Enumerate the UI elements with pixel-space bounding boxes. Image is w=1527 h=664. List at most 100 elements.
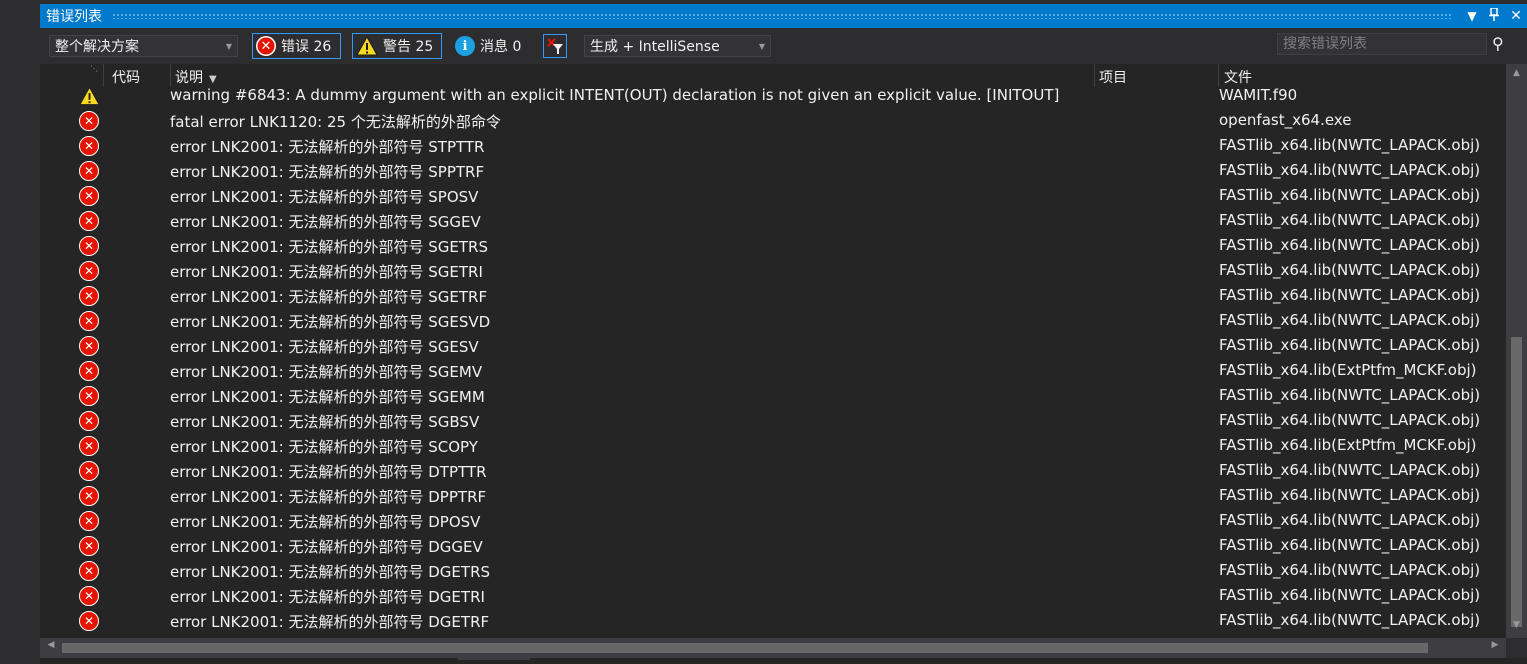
table-row[interactable]: ✕ error LNK2001: 无法解析的外部符号 SPPTRF FASTlib_… (40, 159, 1506, 184)
row-description: error LNK2001: 无法解析的外部符号 DGETRS (170, 563, 491, 581)
table-row[interactable]: ✕ error LNK2001: 无法解析的外部符号 STPTTR FASTlib_… (40, 134, 1506, 159)
error-icon: ✕ (256, 36, 276, 56)
warning-icon (356, 36, 378, 56)
vertical-scroll-thumb[interactable] (1511, 337, 1522, 627)
table-row[interactable]: ✕ error LNK2001: 无法解析的外部符号 SGESVD FASTlib_… (40, 309, 1506, 334)
row-file: FASTlib_x64.lib(NWTC_LAPACK.obj) (1219, 561, 1481, 579)
dropdown-icon[interactable]: ▼ (1461, 9, 1483, 23)
table-row[interactable]: ✕ error LNK2001: 无法解析的外部符号 DGGEV FASTlib_x… (40, 534, 1506, 559)
scroll-right-icon[interactable]: ▶ (1487, 640, 1503, 650)
error-icon: ✕ (79, 261, 100, 282)
error-icon: ✕ (79, 361, 100, 382)
panel-titlebar[interactable]: 错误列表 ▼ ✕ (40, 4, 1527, 28)
row-description: error LNK2001: 无法解析的外部符号 SGETRS (170, 238, 488, 256)
scroll-up-icon[interactable]: ▲ (1506, 68, 1527, 84)
error-icon: ✕ (79, 586, 100, 607)
build-filter-dropdown[interactable]: 生成 + IntelliSense ▼ (584, 35, 771, 57)
table-row[interactable]: ✕ error LNK2001: 无法解析的外部符号 SGEMM FASTlib_x… (40, 384, 1506, 409)
row-description: error LNK2001: 无法解析的外部符号 SPOSV (170, 188, 479, 206)
scrollbar-corner (1506, 638, 1527, 658)
warnings-filter-button[interactable]: 警告 25 (352, 33, 442, 59)
row-description: error LNK2001: 无法解析的外部符号 SPPTRF (170, 163, 485, 181)
table-row[interactable]: ✕ error LNK2001: 无法解析的外部符号 SCOPY FASTlib_x… (40, 434, 1506, 459)
horizontal-scroll-thumb[interactable] (62, 643, 1428, 653)
error-icon: ✕ (79, 486, 100, 507)
bottom-tab-strip[interactable] (458, 656, 530, 660)
error-icon: ✕ (79, 211, 100, 232)
titlebar-grip (112, 13, 1453, 19)
clear-filter-icon (547, 38, 563, 54)
table-row[interactable]: warning #6843: A dummy argument with an … (40, 84, 1506, 109)
row-description: error LNK2001: 无法解析的外部符号 DPPTRF (170, 488, 487, 506)
table-row[interactable]: ✕ fatal error LNK1120: 25 个无法解析的外部命令 openf… (40, 109, 1506, 134)
row-description: error LNK2001: 无法解析的外部符号 SGEMV (170, 363, 483, 381)
messages-filter-button[interactable]: i 消息 0 (452, 33, 536, 59)
errors-filter-button[interactable]: ✕ 错误 26 (252, 33, 341, 59)
table-row[interactable]: ✕ error LNK2001: 无法解析的外部符号 SPOSV FASTlib_x… (40, 184, 1506, 209)
table-row[interactable]: ✕ error LNK2001: 无法解析的外部符号 SGGEV FASTlib_x… (40, 209, 1506, 234)
error-icon: ✕ (79, 111, 100, 132)
table-row[interactable]: ✕ error LNK2001: 无法解析的外部符号 DPPTRF FASTlib_… (40, 484, 1506, 509)
build-filter-value: 生成 + IntelliSense (590, 39, 720, 55)
error-icon: ✕ (79, 161, 100, 182)
table-row[interactable]: ✕ error LNK2001: 无法解析的外部符号 SGBSV FASTlib_x… (40, 409, 1506, 434)
row-file: FASTlib_x64.lib(NWTC_LAPACK.obj) (1219, 411, 1481, 429)
header-corner-icon: ⋱ (90, 64, 98, 73)
pin-icon[interactable] (1483, 7, 1505, 24)
row-file: FASTlib_x64.lib(NWTC_LAPACK.obj) (1219, 536, 1481, 554)
table-row[interactable]: ✕ error LNK2001: 无法解析的外部符号 DTPTTR FASTlib_… (40, 459, 1506, 484)
row-description: error LNK2001: 无法解析的外部符号 SGEMM (170, 388, 485, 406)
scroll-left-icon[interactable]: ◀ (43, 640, 59, 650)
scope-dropdown[interactable]: 整个解决方案 ▼ (49, 35, 238, 57)
errors-filter-label: 错误 26 (281, 39, 332, 55)
row-file: FASTlib_x64.lib(NWTC_LAPACK.obj) (1219, 611, 1481, 629)
error-list-toolbar: 整个解决方案 ▼ ✕ 错误 26 警告 25 i 消息 0 生成 + Intel… (40, 28, 1527, 64)
row-file: FASTlib_x64.lib(NWTC_LAPACK.obj) (1219, 311, 1481, 329)
table-row[interactable]: ✕ error LNK2001: 无法解析的外部符号 SGESV FASTlib_x… (40, 334, 1506, 359)
close-icon[interactable]: ✕ (1505, 8, 1527, 24)
error-icon: ✕ (79, 336, 100, 357)
row-description: error LNK2001: 无法解析的外部符号 SGESV (170, 338, 479, 356)
row-description: error LNK2001: 无法解析的外部符号 SGETRI (170, 263, 483, 281)
horizontal-scrollbar[interactable]: ◀ ▶ (40, 638, 1506, 658)
error-icon: ✕ (79, 536, 100, 557)
row-description: fatal error LNK1120: 25 个无法解析的外部命令 (170, 113, 501, 131)
left-gutter (0, 0, 40, 664)
search-icon[interactable]: ⚲ (1492, 34, 1504, 53)
scroll-down-icon[interactable]: ▼ (1506, 620, 1527, 636)
row-file: FASTlib_x64.lib(ExtPtfm_MCKF.obj) (1219, 361, 1477, 379)
table-row[interactable]: ✕ error LNK2001: 无法解析的外部符号 SGETRS FASTlib_… (40, 234, 1506, 259)
table-row[interactable]: ✕ error LNK2001: 无法解析的外部符号 DGETRS FASTlib_… (40, 559, 1506, 584)
panel-title: 错误列表 (46, 9, 102, 25)
row-description: error LNK2001: 无法解析的外部符号 SGGEV (170, 213, 481, 231)
error-list-panel: 错误列表 ▼ ✕ 整个解决方案 ▼ ✕ 错误 26 警告 25 i 消息 0 生… (40, 4, 1527, 664)
table-row[interactable]: ✕ error LNK2001: 无法解析的外部符号 DGETRF FASTlib_… (40, 609, 1506, 634)
table-row[interactable]: ✕ error LNK2001: 无法解析的外部符号 SGETRF FASTlib_… (40, 284, 1506, 309)
row-file: FASTlib_x64.lib(NWTC_LAPACK.obj) (1219, 386, 1481, 404)
row-description: error LNK2001: 无法解析的外部符号 STPTTR (170, 138, 485, 156)
warnings-filter-label: 警告 25 (383, 39, 434, 55)
table-row[interactable]: ✕ error LNK2001: 无法解析的外部符号 DPOSV FASTlib_x… (40, 509, 1506, 534)
error-icon: ✕ (79, 611, 100, 632)
row-description: error LNK2001: 无法解析的外部符号 SGESVD (170, 313, 491, 331)
row-description: error LNK2001: 无法解析的外部符号 SCOPY (170, 438, 478, 456)
error-icon: ✕ (79, 411, 100, 432)
vertical-scrollbar[interactable]: ▲ ▼ (1506, 64, 1527, 638)
error-icon: ✕ (79, 136, 100, 157)
table-row[interactable]: ✕ error LNK2001: 无法解析的外部符号 DGETRI FASTlib_… (40, 584, 1506, 609)
error-grid: ⋱ 代码 说明 ▼ 项目 文件 warning #6843: A dummy ar… (40, 64, 1527, 638)
table-row[interactable]: ✕ error LNK2001: 无法解析的外部符号 SGETRI FASTlib_… (40, 259, 1506, 284)
table-row[interactable]: ✕ error LNK2001: 无法解析的外部符号 SGEMV FASTlib_x… (40, 359, 1506, 384)
row-description: error LNK2001: 无法解析的外部符号 DPOSV (170, 513, 481, 531)
chevron-down-icon: ▼ (758, 41, 766, 51)
row-file: FASTlib_x64.lib(NWTC_LAPACK.obj) (1219, 211, 1481, 229)
row-file: openfast_x64.exe (1219, 111, 1352, 129)
row-file: FASTlib_x64.lib(NWTC_LAPACK.obj) (1219, 236, 1481, 254)
error-rows: warning #6843: A dummy argument with an … (40, 84, 1506, 634)
clear-filter-button[interactable] (543, 34, 567, 58)
messages-filter-label: 消息 0 (480, 39, 522, 55)
row-description: error LNK2001: 无法解析的外部符号 SGBSV (170, 413, 480, 431)
search-input[interactable]: 搜索错误列表 (1277, 33, 1487, 55)
row-file: FASTlib_x64.lib(NWTC_LAPACK.obj) (1219, 136, 1481, 154)
row-file: FASTlib_x64.lib(ExtPtfm_MCKF.obj) (1219, 436, 1477, 454)
